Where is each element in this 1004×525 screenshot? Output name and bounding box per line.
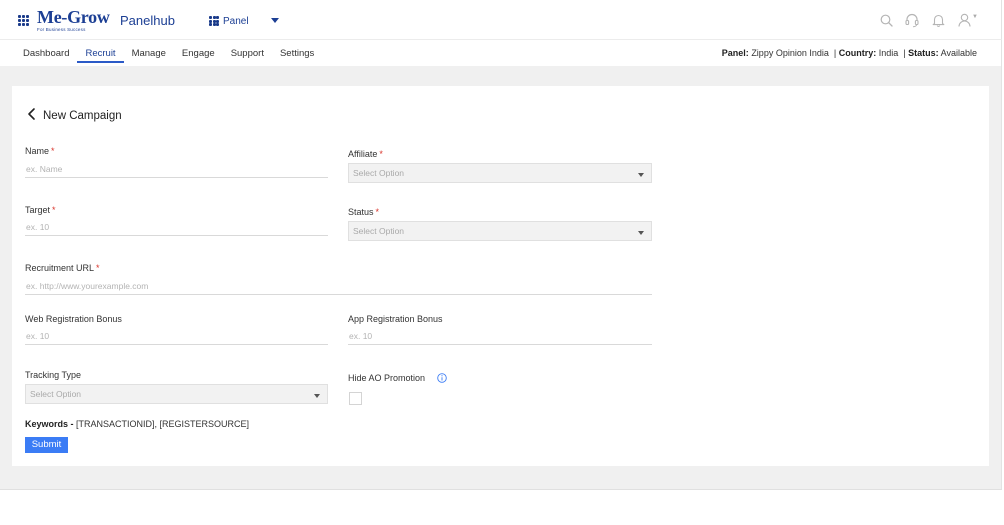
tab-dashboard[interactable]: Dashboard: [15, 40, 77, 63]
user-icon: [958, 13, 971, 27]
tab-engage[interactable]: Engage: [174, 40, 223, 63]
headset-icon[interactable]: [905, 12, 919, 28]
recruitment-url-label: Recruitment URL *: [25, 263, 100, 273]
apps-grid-icon[interactable]: [18, 15, 29, 26]
app-bonus-label: App Registration Bonus: [348, 314, 443, 324]
target-label-text: Target: [25, 205, 51, 215]
bell-icon[interactable]: [931, 12, 945, 28]
logo-text: Me-Grow: [37, 7, 110, 27]
hide-ao-checkbox[interactable]: [349, 392, 362, 405]
required-mark: *: [52, 205, 56, 215]
status-select-value: Select Option: [353, 226, 405, 236]
required-mark: *: [375, 207, 380, 217]
tab-manage[interactable]: Manage: [124, 40, 174, 63]
panel-grid-icon: [209, 16, 219, 26]
status-label: Status *: [348, 207, 379, 217]
keywords-value: [TRANSACTIONID], [REGISTERSOURCE]: [76, 419, 250, 429]
nav-bar: Dashboard Recruit Manage Engage Support …: [0, 40, 1002, 66]
top-icons: ▼: [879, 12, 979, 28]
name-label: Name *: [25, 146, 55, 156]
status-label-text: Status: [348, 207, 374, 217]
panel-info-country-label: Country:: [838, 48, 877, 58]
panel-info: Panel: Zippy Opinion India | Country: In…: [721, 48, 977, 58]
page-title: New Campaign: [43, 110, 122, 122]
web-bonus-input[interactable]: [25, 328, 328, 345]
caret-down-icon: [638, 231, 644, 235]
footer-divider: [0, 489, 1002, 490]
affiliate-label: Affiliate *: [348, 149, 383, 159]
required-mark: *: [96, 263, 100, 273]
tracking-type-select-value: Select Option: [30, 389, 82, 399]
name-label-text: Name: [25, 146, 50, 156]
logo[interactable]: Me-Grow For Business Success: [37, 8, 117, 32]
top-bar: Me-Grow For Business Success Panelhub Pa…: [0, 0, 1002, 40]
recruitment-url-input[interactable]: [25, 278, 652, 295]
required-mark: *: [379, 149, 383, 159]
web-bonus-label: Web Registration Bonus: [25, 314, 122, 324]
status-select[interactable]: Select Option: [348, 221, 652, 241]
caret-down-icon: [314, 394, 320, 398]
back-arrow-icon[interactable]: [26, 107, 38, 121]
tracking-type-label: Tracking Type: [25, 370, 82, 380]
hide-ao-label: Hide AO Promotion: [348, 373, 426, 383]
keywords-note: Keywords - [TRANSACTIONID], [REGISTERSOU…: [25, 419, 249, 429]
user-caret-icon: ▼: [972, 14, 978, 20]
app-bonus-input[interactable]: [348, 328, 652, 345]
panel-switcher[interactable]: Panel: [209, 14, 249, 28]
required-mark: *: [51, 146, 55, 156]
caret-down-icon: [638, 173, 644, 177]
nav-tabs: Dashboard Recruit Manage Engage Support …: [15, 40, 322, 66]
submit-button[interactable]: Submit: [25, 437, 68, 453]
logo-tagline: For Business Success: [37, 27, 86, 32]
panel-info-status-value: Available: [940, 48, 977, 58]
panel-switcher-label: Panel: [223, 15, 249, 27]
name-input[interactable]: [25, 161, 328, 178]
app-name: Panelhub: [120, 13, 175, 28]
target-input[interactable]: [25, 219, 328, 236]
campaign-form-card: New Campaign Name* Affiliate* Select Opt…: [12, 86, 989, 466]
search-icon[interactable]: [879, 12, 893, 28]
affiliate-select[interactable]: Select Option: [348, 163, 652, 183]
panel-info-panel-label: Panel:: [721, 48, 749, 58]
panel-info-panel-value: Zippy Opinion India: [751, 48, 829, 58]
panel-info-status-label: Status:: [908, 48, 939, 58]
page: Me-Grow For Business Success Panelhub Pa…: [0, 0, 1004, 525]
tab-settings[interactable]: Settings: [272, 40, 322, 63]
affiliate-label-text: Affiliate: [348, 149, 378, 159]
keywords-label: Keywords -: [25, 419, 74, 429]
tracking-type-select[interactable]: Select Option: [25, 384, 328, 404]
panel-info-country-value: India: [878, 48, 899, 58]
affiliate-select-value: Select Option: [353, 168, 405, 178]
user-menu[interactable]: ▼: [957, 12, 979, 28]
tab-recruit[interactable]: Recruit: [77, 40, 124, 63]
target-label: Target *: [25, 205, 56, 215]
info-icon[interactable]: [437, 373, 447, 383]
recruitment-url-label-text: Recruitment URL: [25, 263, 95, 273]
panel-switcher-caret-icon[interactable]: [271, 18, 279, 23]
tab-support[interactable]: Support: [223, 40, 272, 63]
